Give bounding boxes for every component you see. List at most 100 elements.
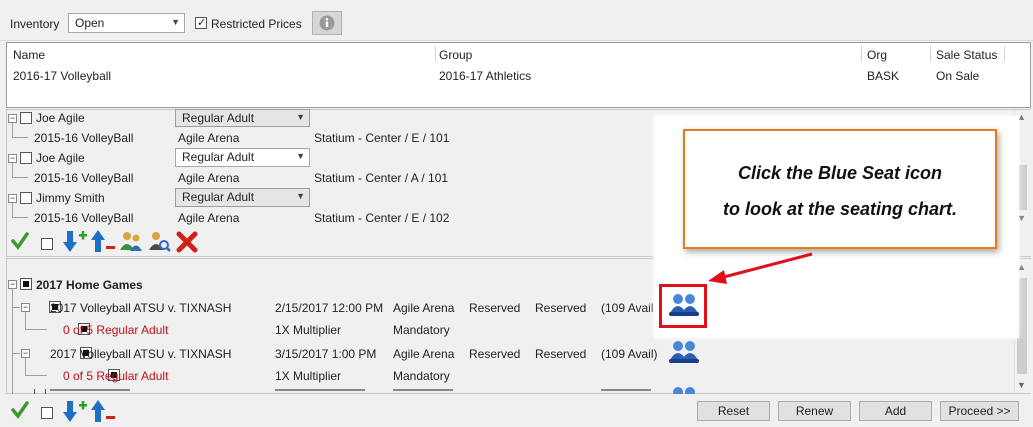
arrow-up-minus-icon (91, 400, 115, 422)
callout-line-2: to look at the seating chart. (722, 199, 958, 219)
tree-line (12, 177, 28, 178)
tree-line (12, 137, 28, 138)
multiplier: 1X Multiplier (275, 369, 342, 383)
cart-venue: Agile Arena (178, 171, 240, 185)
restricted-prices-checkbox[interactable] (195, 17, 207, 32)
clipped-text (275, 389, 365, 391)
callout-line-1: Click the Blue Seat icon (737, 163, 943, 183)
remove-button[interactable] (176, 231, 198, 253)
event-seating-mode: Reserved (535, 347, 587, 361)
patron-name: Joe Agile (36, 111, 85, 125)
event-date: 2/15/2017 12:00 PM (275, 301, 384, 315)
column-header-sale-status[interactable]: Sale Status (936, 48, 997, 62)
clear-selection-checkbox[interactable] (41, 238, 53, 250)
add-button[interactable]: Add (859, 401, 932, 421)
price-type-value: Regular Adult (182, 190, 255, 204)
tree-line (12, 163, 13, 177)
tree-line (12, 123, 13, 137)
event-name: 2017 Volleyball ATSU v. TIXNASH (50, 347, 232, 361)
cart-entry-checkbox[interactable] (20, 192, 32, 204)
select-all-events-button[interactable] (11, 401, 29, 419)
move-down-button[interactable] (62, 229, 88, 253)
tree-line (12, 353, 20, 354)
cart-seat: Statium - Center / A / 101 (314, 171, 449, 185)
blue-seat-icon (669, 294, 699, 316)
scroll-down-icon[interactable]: ▼ (1017, 380, 1026, 390)
tree-line (12, 307, 20, 308)
column-divider (435, 46, 436, 62)
column-divider (861, 46, 862, 62)
quantity-status: 0 of 5 Regular Adult (63, 323, 169, 337)
renew-button[interactable]: Renew (778, 401, 851, 421)
tree-line (12, 217, 28, 218)
column-header-org[interactable]: Org (867, 48, 887, 62)
move-down-button[interactable] (62, 399, 88, 423)
callout-box: Click the Blue Seat icon to look at the … (683, 129, 997, 249)
seat-chart-button[interactable] (667, 291, 701, 319)
collapse-icon[interactable]: − (21, 349, 30, 358)
arrow-down-plus-icon (63, 231, 87, 252)
chevron-down-icon: ▼ (296, 151, 305, 161)
find-patron-button[interactable] (147, 230, 171, 252)
proceed-button[interactable]: Proceed >> (940, 401, 1019, 421)
cart-entry-checkbox[interactable] (20, 112, 32, 124)
seat-chart-button[interactable] (667, 338, 701, 366)
chevron-down-icon: ▼ (296, 112, 305, 122)
event-venue: Agile Arena (393, 347, 455, 361)
event-date: 3/15/2017 1:00 PM (275, 347, 377, 361)
move-up-button[interactable] (90, 229, 116, 253)
group-checkbox[interactable] (20, 278, 32, 290)
tree-line (12, 289, 13, 394)
restricted-prices-label: Restricted Prices (211, 17, 302, 31)
multiplier: 1X Multiplier (275, 323, 342, 337)
collapse-icon[interactable]: − (8, 154, 17, 163)
event-name: 2016-17 Volleyball (13, 69, 112, 83)
cart-venue: Agile Arena (178, 211, 240, 225)
collapse-icon[interactable]: − (8, 280, 17, 289)
arrow-down-plus-icon (63, 401, 87, 422)
price-type-value: Regular Adult (182, 111, 255, 125)
event-seating-mode: Reserved (535, 301, 587, 315)
cart-event-name: 2015-16 VolleyBall (34, 171, 134, 185)
assign-patron-button[interactable] (119, 230, 143, 252)
collapse-icon[interactable]: − (8, 114, 17, 123)
column-divider (1004, 46, 1005, 62)
event-row-partial (20, 389, 660, 394)
checkbox-checked-icon (195, 17, 207, 29)
chevron-down-icon: ▼ (171, 17, 180, 27)
cart-seat: Statium - Center / E / 102 (314, 211, 450, 225)
tree-line (25, 312, 26, 329)
column-header-name[interactable]: Name (13, 48, 45, 62)
quantity-status: 0 of 5 Regular Adult (63, 369, 169, 383)
cart-event-name: 2015-16 VolleyBall (34, 131, 134, 145)
reset-button[interactable]: Reset (697, 401, 770, 421)
collapse-icon[interactable]: − (8, 194, 17, 203)
tree-line (12, 203, 13, 217)
chevron-down-icon: ▼ (296, 191, 305, 201)
event-seating-type: Reserved (469, 347, 521, 361)
seat-chart-button[interactable] (667, 384, 701, 394)
checkmark-icon (11, 401, 29, 419)
tree-line (25, 358, 26, 375)
price-type-select[interactable]: Regular Adult ▼ (175, 109, 310, 127)
info-button[interactable] (312, 11, 342, 35)
arrow-up-minus-icon (91, 230, 115, 252)
event-org: BASK (867, 69, 900, 83)
move-up-button[interactable] (90, 399, 116, 423)
callout-arrow (708, 252, 813, 284)
cart-entry-checkbox[interactable] (20, 152, 32, 164)
clear-events-checkbox[interactable] (41, 407, 53, 419)
event-seating-type: Reserved (469, 301, 521, 315)
clipped-text (601, 389, 651, 391)
clipped-text (50, 389, 130, 391)
collapse-icon[interactable]: − (21, 303, 30, 312)
column-header-group[interactable]: Group (439, 48, 472, 62)
info-icon (319, 15, 335, 31)
event-sale-status: On Sale (936, 69, 980, 83)
inventory-select[interactable]: Open ▼ (68, 13, 185, 33)
select-all-button[interactable] (11, 232, 29, 250)
price-type-select[interactable]: Regular Adult ▼ (175, 148, 310, 167)
patron-name: Jimmy Smith (36, 191, 105, 205)
cart-venue: Agile Arena (178, 131, 240, 145)
price-type-select[interactable]: Regular Adult ▼ (175, 188, 310, 207)
